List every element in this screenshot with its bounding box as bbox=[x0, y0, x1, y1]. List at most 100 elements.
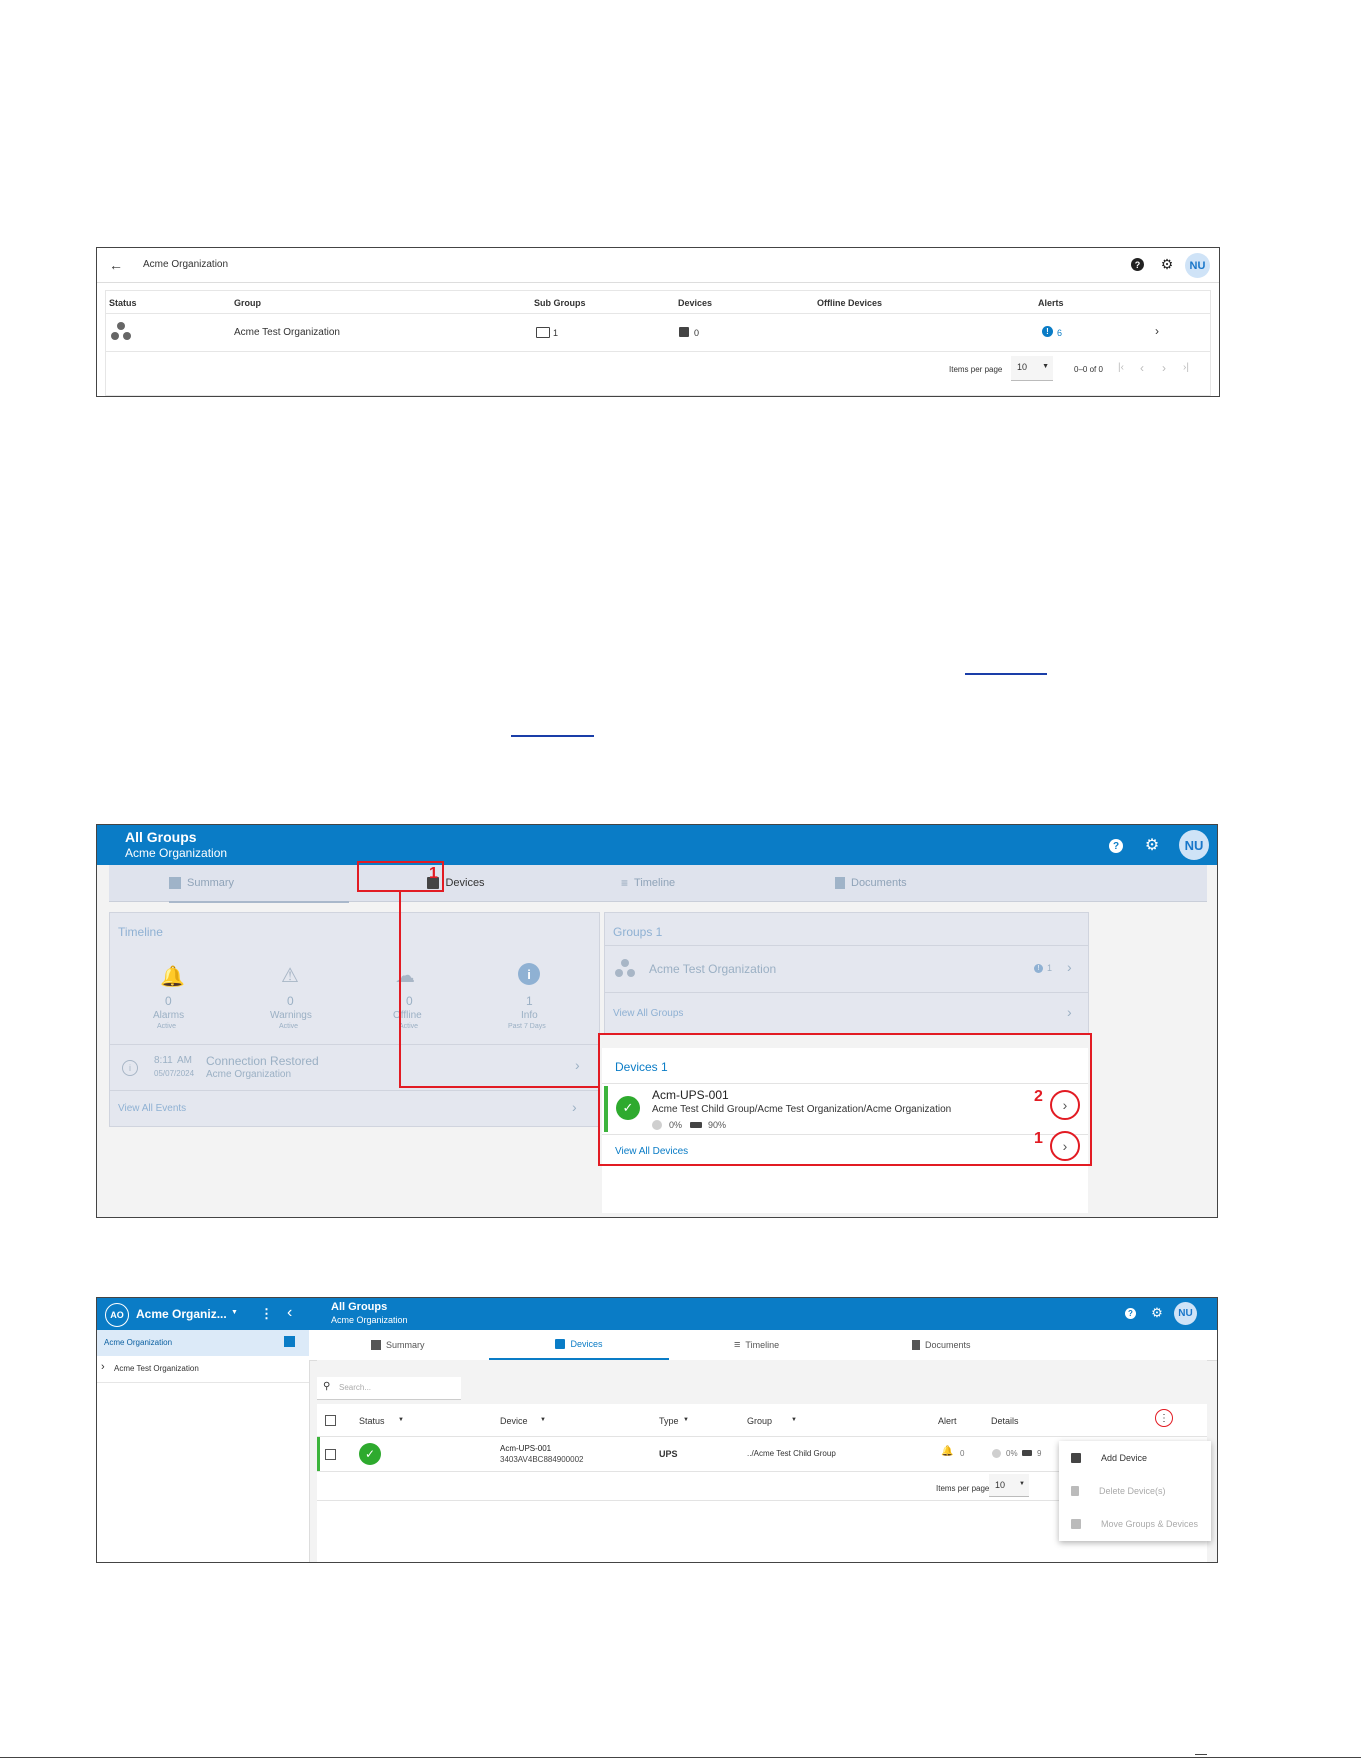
collapse-chevron-icon[interactable]: ‹ bbox=[287, 1304, 292, 1322]
tab-documents-label: Documents bbox=[925, 1340, 971, 1350]
device-icon bbox=[555, 1339, 566, 1349]
avatar[interactable]: NU bbox=[1185, 253, 1210, 278]
groups-list-screenshot: ← Acme Organization ? ⚙ NU Status Group … bbox=[96, 247, 1220, 397]
tab-bar: Summary Devices ≡ Timeline Documents bbox=[309, 1330, 1217, 1361]
menu-item-label: Delete Device(s) bbox=[1099, 1485, 1166, 1496]
alert-info-icon: ! bbox=[1042, 326, 1053, 337]
next-page-icon[interactable]: › bbox=[1162, 361, 1166, 375]
search-icon: ⚲ bbox=[323, 1381, 331, 1392]
edit-icon[interactable] bbox=[284, 1336, 295, 1347]
sidebar-item-acme-organization[interactable]: Acme Organization bbox=[97, 1330, 309, 1356]
gear-icon[interactable]: ⚙ bbox=[1150, 1305, 1164, 1320]
column-header-offline-devices[interactable]: Offline Devices bbox=[817, 298, 882, 308]
chevron-down-icon[interactable]: ▼ bbox=[398, 1417, 404, 1423]
chevron-right-icon[interactable]: › bbox=[1150, 324, 1164, 338]
column-header-group[interactable]: Group bbox=[234, 298, 261, 308]
tab-documents[interactable]: Documents bbox=[835, 865, 907, 901]
chevron-down-icon[interactable]: ▼ bbox=[791, 1417, 797, 1423]
offline-label: Offline bbox=[393, 1010, 422, 1021]
menu-item-label: Move Groups & Devices bbox=[1101, 1518, 1199, 1529]
back-arrow-icon[interactable]: ← bbox=[107, 256, 125, 274]
tab-devices-label: Devices bbox=[570, 1339, 603, 1349]
org-name[interactable]: Acme Organiz... bbox=[136, 1307, 227, 1321]
device-row-chevron-button[interactable]: › bbox=[1050, 1090, 1080, 1120]
tab-devices-label: Devices bbox=[445, 877, 485, 889]
menu-item-delete-devices[interactable]: Delete Device(s) bbox=[1059, 1474, 1211, 1507]
sidebar-item-label: Acme Organization bbox=[104, 1338, 173, 1347]
chevron-right-icon[interactable]: › bbox=[572, 1099, 577, 1115]
column-header-group[interactable]: Group bbox=[747, 1416, 772, 1426]
sidebar-item-acme-test-organization[interactable]: › Acme Test Organization bbox=[97, 1356, 309, 1383]
groups-table: Status Group Sub Groups Devices Offline … bbox=[105, 290, 1211, 396]
first-page-icon[interactable]: |‹ bbox=[1118, 362, 1124, 373]
view-all-devices-chevron-button[interactable]: › bbox=[1050, 1131, 1080, 1161]
page-footer-rule bbox=[0, 1757, 1361, 1758]
select-all-checkbox[interactable] bbox=[325, 1415, 336, 1426]
help-icon[interactable]: ? bbox=[1109, 839, 1123, 853]
column-header-alert: Alert bbox=[938, 1416, 957, 1426]
column-header-type[interactable]: Type bbox=[659, 1416, 679, 1426]
items-per-page-label: Items per page bbox=[936, 1484, 990, 1493]
tab-summary[interactable]: Summary bbox=[371, 1330, 425, 1360]
view-all-events-link[interactable]: View All Events bbox=[118, 1103, 186, 1114]
device-name[interactable]: Acm-UPS-001 bbox=[500, 1444, 551, 1453]
hyperlink-underline-2[interactable] bbox=[511, 735, 594, 737]
menu-item-move-groups-devices[interactable]: Move Groups & Devices bbox=[1059, 1507, 1211, 1540]
table-row[interactable]: Acme Test Organization 1 0 ! 6 › bbox=[106, 314, 1210, 351]
tab-bar: Summary Devices ≡ Timeline Documents bbox=[109, 865, 1207, 903]
chevron-down-icon[interactable]: ▼ bbox=[540, 1417, 546, 1423]
event-title: Connection Restored bbox=[206, 1054, 319, 1068]
column-header-device[interactable]: Device bbox=[500, 1416, 528, 1426]
divider bbox=[605, 992, 1088, 993]
more-vert-icon[interactable]: ⋮ bbox=[1155, 1409, 1173, 1427]
column-header-alerts[interactable]: Alerts bbox=[1038, 298, 1064, 308]
avatar[interactable]: NU bbox=[1174, 1302, 1197, 1325]
chevron-right-icon[interactable]: › bbox=[1067, 1004, 1072, 1020]
column-header-devices[interactable]: Devices bbox=[678, 298, 712, 308]
tab-devices[interactable]: Devices bbox=[489, 1330, 669, 1360]
prev-page-icon[interactable]: ‹ bbox=[1140, 361, 1144, 375]
help-icon[interactable]: ? bbox=[1131, 258, 1144, 271]
dashboard-screenshot: All Groups Acme Organization ? ⚙ NU Summ… bbox=[96, 824, 1218, 1218]
gear-icon[interactable]: ⚙ bbox=[1159, 256, 1175, 272]
column-header-sub-groups[interactable]: Sub Groups bbox=[534, 298, 586, 308]
chevron-right-icon[interactable]: › bbox=[1067, 959, 1072, 975]
menu-item-add-device[interactable]: Add Device bbox=[1059, 1441, 1211, 1474]
header-subtitle: Acme Organization bbox=[125, 846, 228, 860]
chevron-down-icon[interactable]: ▼ bbox=[231, 1309, 238, 1316]
tab-documents[interactable]: Documents bbox=[912, 1330, 971, 1360]
info-value: 1 bbox=[526, 994, 533, 1008]
tab-summary[interactable]: Summary bbox=[169, 865, 349, 903]
help-icon[interactable]: ? bbox=[1125, 1308, 1136, 1319]
tab-summary-label: Summary bbox=[386, 1340, 425, 1350]
column-header-status[interactable]: Status bbox=[359, 1416, 385, 1426]
view-all-groups-link[interactable]: View All Groups bbox=[613, 1008, 683, 1019]
event-row[interactable]: i 8:11 AM 05/07/2024 Connection Restored… bbox=[110, 1045, 599, 1090]
alerts-count[interactable]: 6 bbox=[1057, 328, 1062, 338]
event-subtitle: Acme Organization bbox=[206, 1069, 292, 1080]
items-per-page-select[interactable]: 10 ▼ bbox=[989, 1474, 1029, 1497]
groups-card: Groups 1 Acme Test Organization ! 1 › Vi… bbox=[604, 912, 1089, 1034]
column-header-status[interactable]: Status bbox=[109, 298, 137, 308]
sidebar-item-label: Acme Test Organization bbox=[114, 1364, 199, 1373]
group-row[interactable]: Acme Test Organization ! 1 › bbox=[605, 946, 1088, 992]
menu-item-label: Add Device bbox=[1101, 1452, 1148, 1463]
callout-number-view-all: 1 bbox=[1034, 1130, 1043, 1147]
items-per-page-select[interactable]: 10 ▼ bbox=[1011, 356, 1053, 381]
gear-icon[interactable]: ⚙ bbox=[1143, 836, 1161, 854]
hyperlink-underline-1[interactable] bbox=[965, 673, 1047, 675]
row-checkbox[interactable] bbox=[325, 1449, 336, 1460]
tab-timeline[interactable]: ≡ Timeline bbox=[621, 865, 675, 901]
chevron-right-icon[interactable]: › bbox=[101, 1361, 105, 1373]
chevron-down-icon[interactable]: ▼ bbox=[683, 1417, 689, 1423]
more-vert-icon[interactable]: ⋮ bbox=[260, 1306, 273, 1322]
avatar[interactable]: NU bbox=[1179, 830, 1209, 860]
tab-timeline[interactable]: ≡ Timeline bbox=[734, 1330, 779, 1360]
tab-timeline-label: Timeline bbox=[634, 877, 676, 889]
org-avatar[interactable]: AO bbox=[105, 1303, 129, 1327]
alarms-label: Alarms bbox=[153, 1010, 185, 1021]
sub-groups-count: 1 bbox=[553, 328, 559, 338]
chevron-right-icon[interactable]: › bbox=[575, 1057, 580, 1073]
last-page-icon[interactable]: ›| bbox=[1183, 362, 1189, 373]
search-input[interactable]: ⚲ Search... bbox=[317, 1377, 461, 1400]
